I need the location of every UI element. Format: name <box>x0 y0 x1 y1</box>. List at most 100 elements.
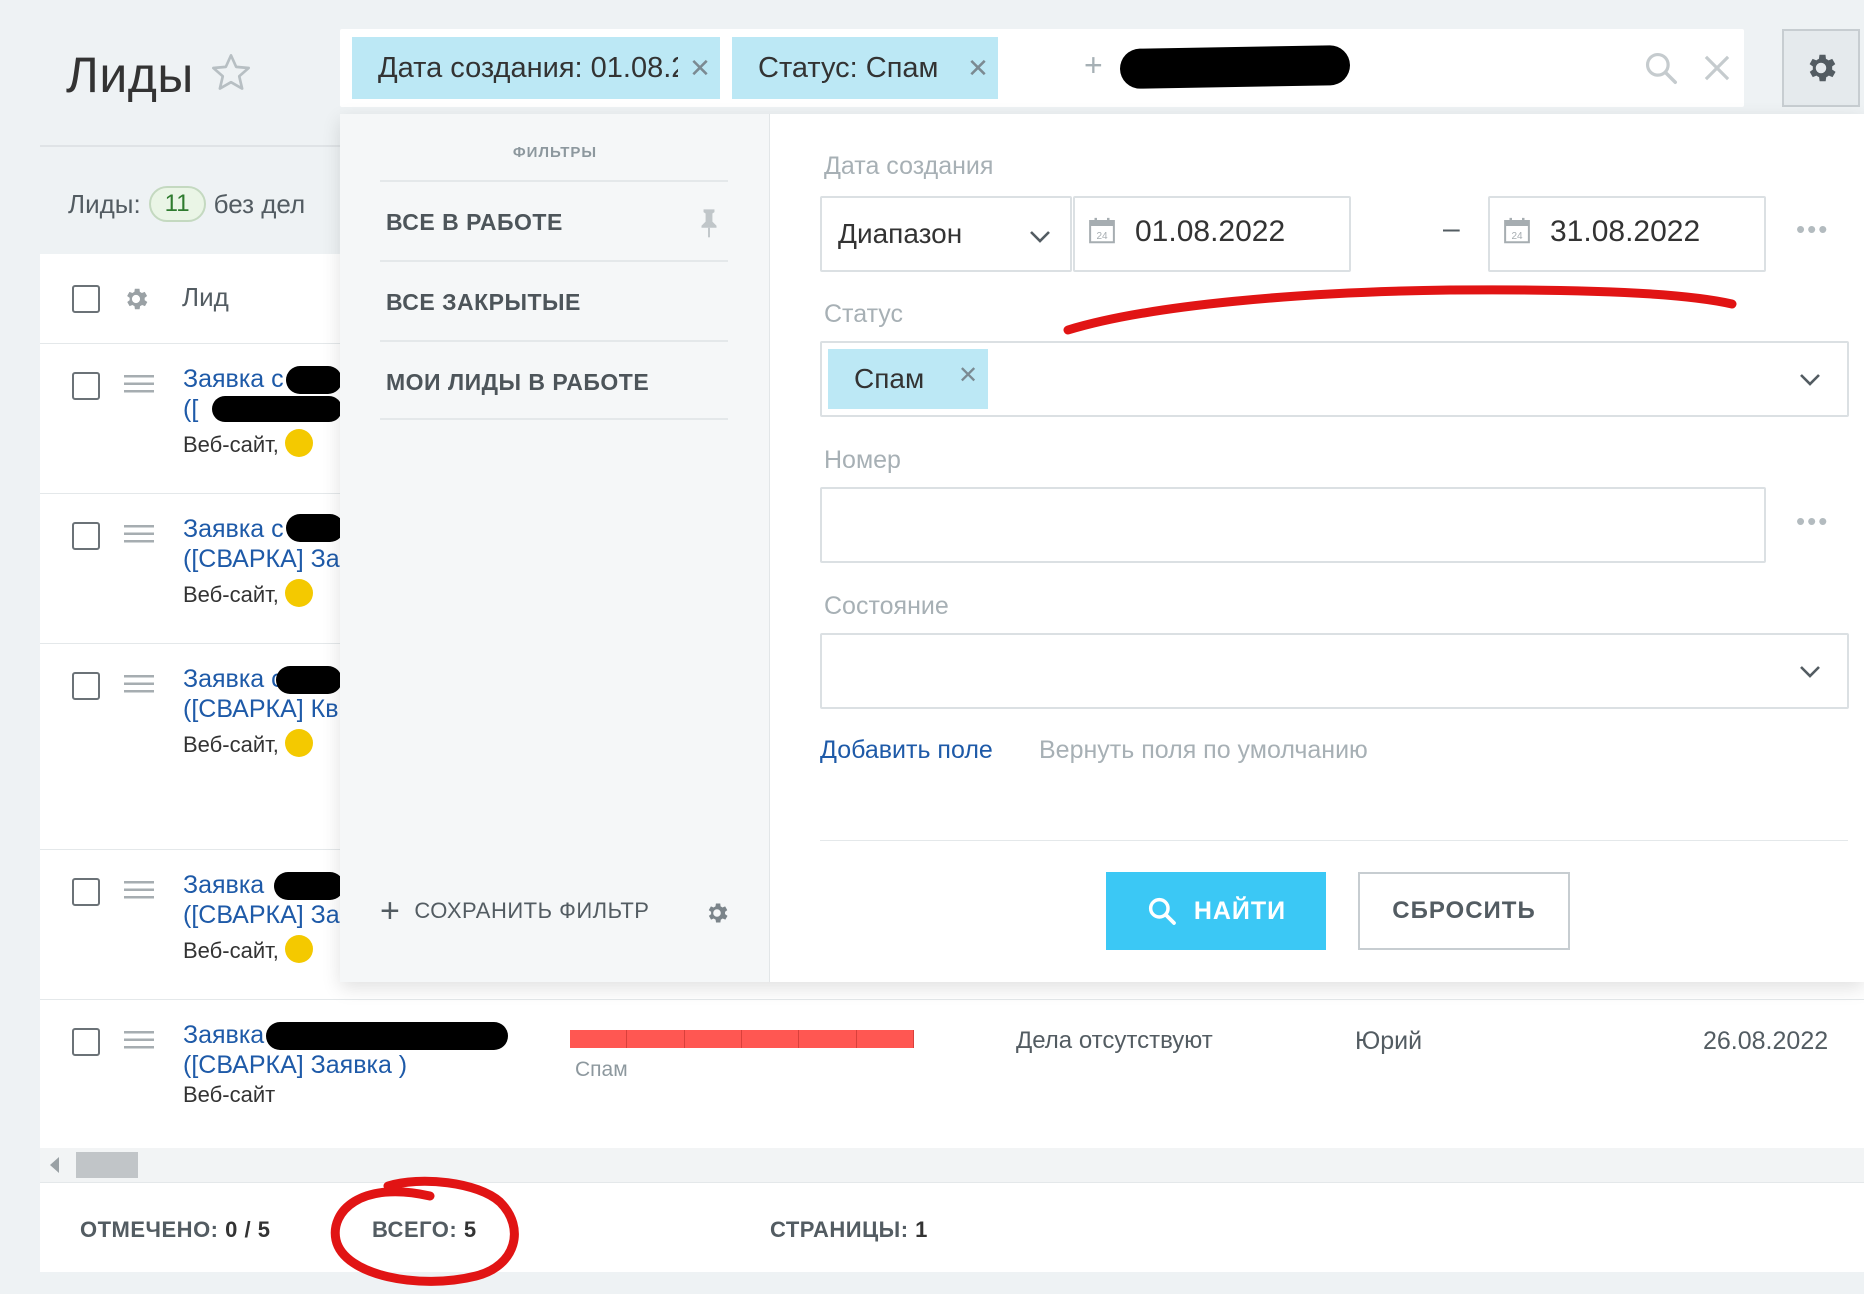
lead-title-link[interactable]: Заявка с <box>183 664 284 695</box>
gear-icon <box>1809 54 1836 82</box>
leads-counter-badge[interactable]: 11 <box>148 186 206 222</box>
presets-title: ФИЛЬТРЫ <box>512 144 598 161</box>
date-range-dash: – <box>1443 212 1460 245</box>
date-mode-value: Диапазон <box>838 218 963 249</box>
number-input[interactable] <box>820 487 1766 563</box>
total-counter: ВСЕГО: 5 <box>372 1217 477 1243</box>
redaction-mark <box>266 1022 508 1050</box>
scroll-left-arrow-icon[interactable] <box>50 1157 59 1173</box>
row-checkbox[interactable] <box>72 372 100 400</box>
table-footer: ОТМЕЧЕНО: 0 / 5 ВСЕГО: 5 СТРАНИЦЫ: 1 <box>40 1182 1864 1272</box>
filter-search-bar[interactable]: Дата создания: 01.08.2… ✕ Статус: Спам ✕… <box>340 29 1744 107</box>
add-filter-plus[interactable]: + <box>1084 47 1103 84</box>
star-icon[interactable] <box>208 50 254 96</box>
lead-title-link[interactable]: Заявка <box>183 870 264 901</box>
date-from-input[interactable]: 24 01.08.2022 <box>1073 196 1351 272</box>
search-icon <box>1148 897 1176 925</box>
date-mode-select[interactable]: Диапазон <box>820 196 1072 272</box>
status-select[interactable]: Спам ✕ <box>820 341 1849 417</box>
activity-badge-icon[interactable] <box>284 729 313 758</box>
search-chip-status[interactable]: Статус: Спам ✕ <box>732 37 998 99</box>
search-icon[interactable] <box>1642 49 1680 87</box>
close-icon[interactable]: ✕ <box>958 37 998 99</box>
lead-title-link[interactable]: Заявка с <box>183 364 284 395</box>
responsible-cell[interactable]: Юрий <box>1355 1027 1422 1056</box>
redaction-mark <box>274 872 344 900</box>
scrollbar-thumb[interactable] <box>76 1152 138 1178</box>
horizontal-scrollbar[interactable] <box>40 1148 1864 1182</box>
reset-button[interactable]: СБРОСИТЬ <box>1358 872 1570 950</box>
date-to-input[interactable]: 24 31.08.2022 <box>1488 196 1766 272</box>
activity-badge-icon[interactable] <box>284 935 313 964</box>
chevron-down-icon[interactable] <box>1798 665 1822 679</box>
activity-badge-icon[interactable] <box>284 429 313 458</box>
total-value[interactable]: 5 <box>464 1217 477 1242</box>
lead-source: Веб-сайт, <box>183 729 313 760</box>
stage-label: Спам <box>575 1058 628 1081</box>
reset-button-label: СБРОСИТЬ <box>1392 897 1536 924</box>
lead-source-text: Веб-сайт, <box>183 938 279 963</box>
state-label: Состояние <box>824 592 949 620</box>
chevron-down-icon[interactable] <box>1798 373 1822 387</box>
status-chip[interactable]: Спам ✕ <box>828 349 988 409</box>
row-checkbox[interactable] <box>72 1028 100 1056</box>
preset-label: МОИ ЛИДЫ В РАБОТЕ <box>386 369 650 395</box>
lead-title-link-line2[interactable]: ([СВАРКА] Кв <box>183 694 339 725</box>
drag-handle-icon[interactable] <box>124 524 154 544</box>
settings-button[interactable] <box>1782 29 1860 107</box>
date-created-cell: 26.08.2022 <box>1703 1027 1829 1055</box>
restore-default-fields-link[interactable]: Вернуть поля по умолчанию <box>1039 736 1368 765</box>
more-options-icon[interactable]: ••• <box>1796 214 1829 245</box>
gear-icon[interactable] <box>122 285 150 313</box>
lead-source: Веб-сайт, <box>183 935 313 966</box>
more-options-icon[interactable]: ••• <box>1796 506 1829 537</box>
lead-title-link[interactable]: Заявка с <box>183 514 284 545</box>
redaction-mark <box>286 366 342 394</box>
stage-progress-bar[interactable] <box>570 1030 914 1048</box>
drag-handle-icon[interactable] <box>124 1030 154 1050</box>
redaction-mark <box>212 396 342 422</box>
pages-label: СТРАНИЦЫ: <box>770 1217 909 1242</box>
lead-title-link-line2[interactable]: ([СВАРКА] За <box>183 900 340 931</box>
column-header-lead[interactable]: Лид <box>182 282 229 313</box>
pages-value[interactable]: 1 <box>915 1217 928 1242</box>
close-icon[interactable] <box>1698 49 1736 87</box>
preset-my-leads-in-work[interactable]: МОИ ЛИДЫ В РАБОТЕ <box>380 340 728 420</box>
drag-handle-icon[interactable] <box>124 374 154 394</box>
find-button-label: НАЙТИ <box>1193 896 1287 925</box>
preset-all-in-work[interactable]: ВСЕ В РАБОТЕ <box>380 180 728 260</box>
row-checkbox[interactable] <box>72 522 100 550</box>
preset-label: ВСЕ ЗАКРЫТЫЕ <box>386 289 581 315</box>
lead-title-link-line2[interactable]: ([СВАРКА] Заявка ) <box>183 1050 407 1081</box>
add-field-link[interactable]: Добавить поле <box>820 736 993 765</box>
find-button[interactable]: НАЙТИ <box>1106 872 1326 950</box>
state-select[interactable] <box>820 633 1849 709</box>
pin-icon[interactable] <box>698 208 720 238</box>
row-checkbox[interactable] <box>72 878 100 906</box>
filter-presets-pane: ФИЛЬТРЫ ВСЕ В РАБОТЕ ВСЕ ЗАКРЫТЫЕ МОИ ЛИ… <box>340 114 770 982</box>
activity-badge-icon[interactable] <box>284 579 313 608</box>
table-row[interactable]: Заявка с ([СВАРКА] Заявка ) Веб-сайт <box>40 1000 1864 1148</box>
selected-value: 0 / 5 <box>225 1217 271 1242</box>
preset-label: ВСЕ В РАБОТЕ <box>386 209 563 235</box>
close-icon[interactable]: ✕ <box>680 37 720 99</box>
lead-title-link-line2[interactable]: ([СВАРКА] За <box>183 544 340 575</box>
lead-source: Веб-сайт, <box>183 429 313 460</box>
calendar-icon[interactable]: 24 <box>1502 216 1532 246</box>
search-chip-date[interactable]: Дата создания: 01.08.2… ✕ <box>352 37 720 99</box>
close-icon[interactable]: ✕ <box>958 361 978 390</box>
preset-all-closed[interactable]: ВСЕ ЗАКРЫТЫЕ <box>380 260 728 340</box>
drag-handle-icon[interactable] <box>124 880 154 900</box>
row-checkbox[interactable] <box>72 672 100 700</box>
calendar-icon[interactable]: 24 <box>1087 216 1117 246</box>
gear-icon[interactable] <box>704 900 730 926</box>
lead-title-link-line2[interactable]: ([ <box>183 394 198 425</box>
save-filter-button[interactable]: + СОХРАНИТЬ ФИЛЬТР <box>380 894 649 928</box>
drag-handle-icon[interactable] <box>124 674 154 694</box>
activity-cell: Дела отсутствуют <box>1016 1027 1213 1054</box>
lead-source: Веб-сайт, <box>183 579 313 610</box>
select-all-checkbox[interactable] <box>72 285 100 313</box>
date-from-value: 01.08.2022 <box>1135 215 1286 248</box>
status-chip-label: Спам <box>854 363 925 394</box>
lead-source-text: Веб-сайт, <box>183 582 279 607</box>
